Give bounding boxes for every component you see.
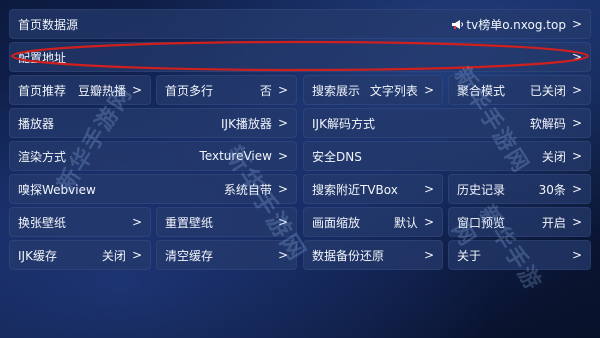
setting-label: IJK缓存 bbox=[18, 248, 57, 263]
setting-value: 已关闭 bbox=[529, 83, 566, 98]
data-backup-restore-button[interactable]: 数据备份还原 > bbox=[303, 240, 443, 270]
setting-label: 搜索展示 bbox=[312, 83, 361, 98]
chevron-right-icon: > bbox=[277, 248, 288, 262]
setting-value: 30条 bbox=[538, 182, 566, 197]
chevron-right-icon: > bbox=[423, 83, 434, 97]
search-nearby-tvbox-button[interactable]: 搜索附近TVBox > bbox=[303, 174, 443, 204]
chevron-right-icon: > bbox=[571, 215, 582, 229]
setting-label: 首页推荐 bbox=[18, 83, 67, 98]
screen-scale-setting[interactable]: 画面缩放 默认 > bbox=[303, 207, 443, 237]
setting-label: 关于 bbox=[457, 248, 482, 263]
about-button[interactable]: 关于 > bbox=[448, 240, 591, 270]
config-address-row[interactable]: 配置地址 > bbox=[9, 42, 591, 72]
setting-label: 数据备份还原 bbox=[312, 248, 385, 263]
chevron-right-icon: > bbox=[131, 248, 142, 262]
config-address-label: 配置地址 bbox=[18, 50, 67, 65]
home-recommend-setting[interactable]: 首页推荐 豆瓣热播 > bbox=[9, 75, 151, 105]
setting-label: 画面缩放 bbox=[312, 215, 361, 230]
setting-value: 软解码 bbox=[529, 116, 566, 131]
setting-label: 渲染方式 bbox=[18, 149, 67, 164]
ijk-decode-setting[interactable]: IJK解码方式 软解码 > bbox=[303, 108, 591, 138]
home-data-source-row[interactable]: 首页数据源 tv榜单o.nxog.top > bbox=[9, 9, 591, 39]
chevron-right-icon: > bbox=[277, 215, 288, 229]
history-record-setting[interactable]: 历史记录 30条 > bbox=[448, 174, 591, 204]
setting-value: 豆瓣热播 bbox=[78, 83, 127, 98]
setting-value: 文字列表 bbox=[369, 83, 418, 98]
chevron-right-icon: > bbox=[571, 50, 582, 64]
sniff-webview-setting[interactable]: 嗅探Webview 系统自带 > bbox=[9, 174, 297, 204]
setting-value: 系统自带 bbox=[223, 182, 272, 197]
search-display-setting[interactable]: 搜索展示 文字列表 > bbox=[303, 75, 443, 105]
window-preview-setting[interactable]: 窗口预览 开启 > bbox=[448, 207, 591, 237]
setting-value: IJK播放器 bbox=[220, 116, 272, 131]
setting-value: 否 bbox=[259, 83, 272, 98]
ijk-cache-setting[interactable]: IJK缓存 关闭 > bbox=[9, 240, 151, 270]
setting-label: 搜索附近TVBox bbox=[312, 182, 398, 197]
setting-label: 首页多行 bbox=[165, 83, 214, 98]
render-mode-setting[interactable]: 渲染方式 TextureView > bbox=[9, 141, 297, 171]
chevron-right-icon: > bbox=[131, 83, 142, 97]
chevron-right-icon: > bbox=[277, 83, 288, 97]
aggregate-mode-setting[interactable]: 聚合模式 已关闭 > bbox=[448, 75, 591, 105]
setting-label: 聚合模式 bbox=[457, 83, 506, 98]
setting-label: 嗅探Webview bbox=[18, 182, 96, 197]
secure-dns-setting[interactable]: 安全DNS 关闭 > bbox=[303, 141, 591, 171]
chevron-right-icon: > bbox=[423, 215, 434, 229]
setting-label: 窗口预览 bbox=[457, 215, 506, 230]
chevron-right-icon: > bbox=[571, 116, 582, 130]
setting-value: 关闭 bbox=[101, 248, 126, 263]
clear-cache-button[interactable]: 清空缓存 > bbox=[156, 240, 297, 270]
chevron-right-icon: > bbox=[277, 116, 288, 130]
setting-value: 关闭 bbox=[541, 149, 566, 164]
setting-label: 安全DNS bbox=[312, 149, 362, 164]
chevron-right-icon: > bbox=[131, 215, 142, 229]
chevron-right-icon: > bbox=[277, 149, 288, 163]
home-multi-row-setting[interactable]: 首页多行 否 > bbox=[156, 75, 297, 105]
chevron-right-icon: > bbox=[571, 182, 582, 196]
setting-label: 清空缓存 bbox=[165, 248, 214, 263]
chevron-right-icon: > bbox=[571, 149, 582, 163]
megaphone-icon bbox=[452, 19, 464, 29]
setting-label: IJK解码方式 bbox=[312, 116, 375, 131]
home-data-source-label: 首页数据源 bbox=[18, 17, 79, 32]
player-setting[interactable]: 播放器 IJK播放器 > bbox=[9, 108, 297, 138]
setting-label: 换张壁纸 bbox=[18, 215, 67, 230]
change-wallpaper-button[interactable]: 换张壁纸 > bbox=[9, 207, 151, 237]
chevron-right-icon: > bbox=[571, 248, 582, 262]
chevron-right-icon: > bbox=[277, 182, 288, 196]
setting-value: TextureView bbox=[199, 149, 272, 163]
home-data-source-value: tv榜单o.nxog.top bbox=[466, 17, 566, 32]
setting-label: 播放器 bbox=[18, 116, 55, 131]
setting-value: 默认 bbox=[393, 215, 418, 230]
chevron-right-icon: > bbox=[423, 248, 434, 262]
chevron-right-icon: > bbox=[571, 17, 582, 31]
setting-label: 历史记录 bbox=[457, 182, 506, 197]
setting-label: 重置壁纸 bbox=[165, 215, 214, 230]
reset-wallpaper-button[interactable]: 重置壁纸 > bbox=[156, 207, 297, 237]
chevron-right-icon: > bbox=[571, 83, 582, 97]
chevron-right-icon: > bbox=[423, 182, 434, 196]
setting-value: 开启 bbox=[541, 215, 566, 230]
